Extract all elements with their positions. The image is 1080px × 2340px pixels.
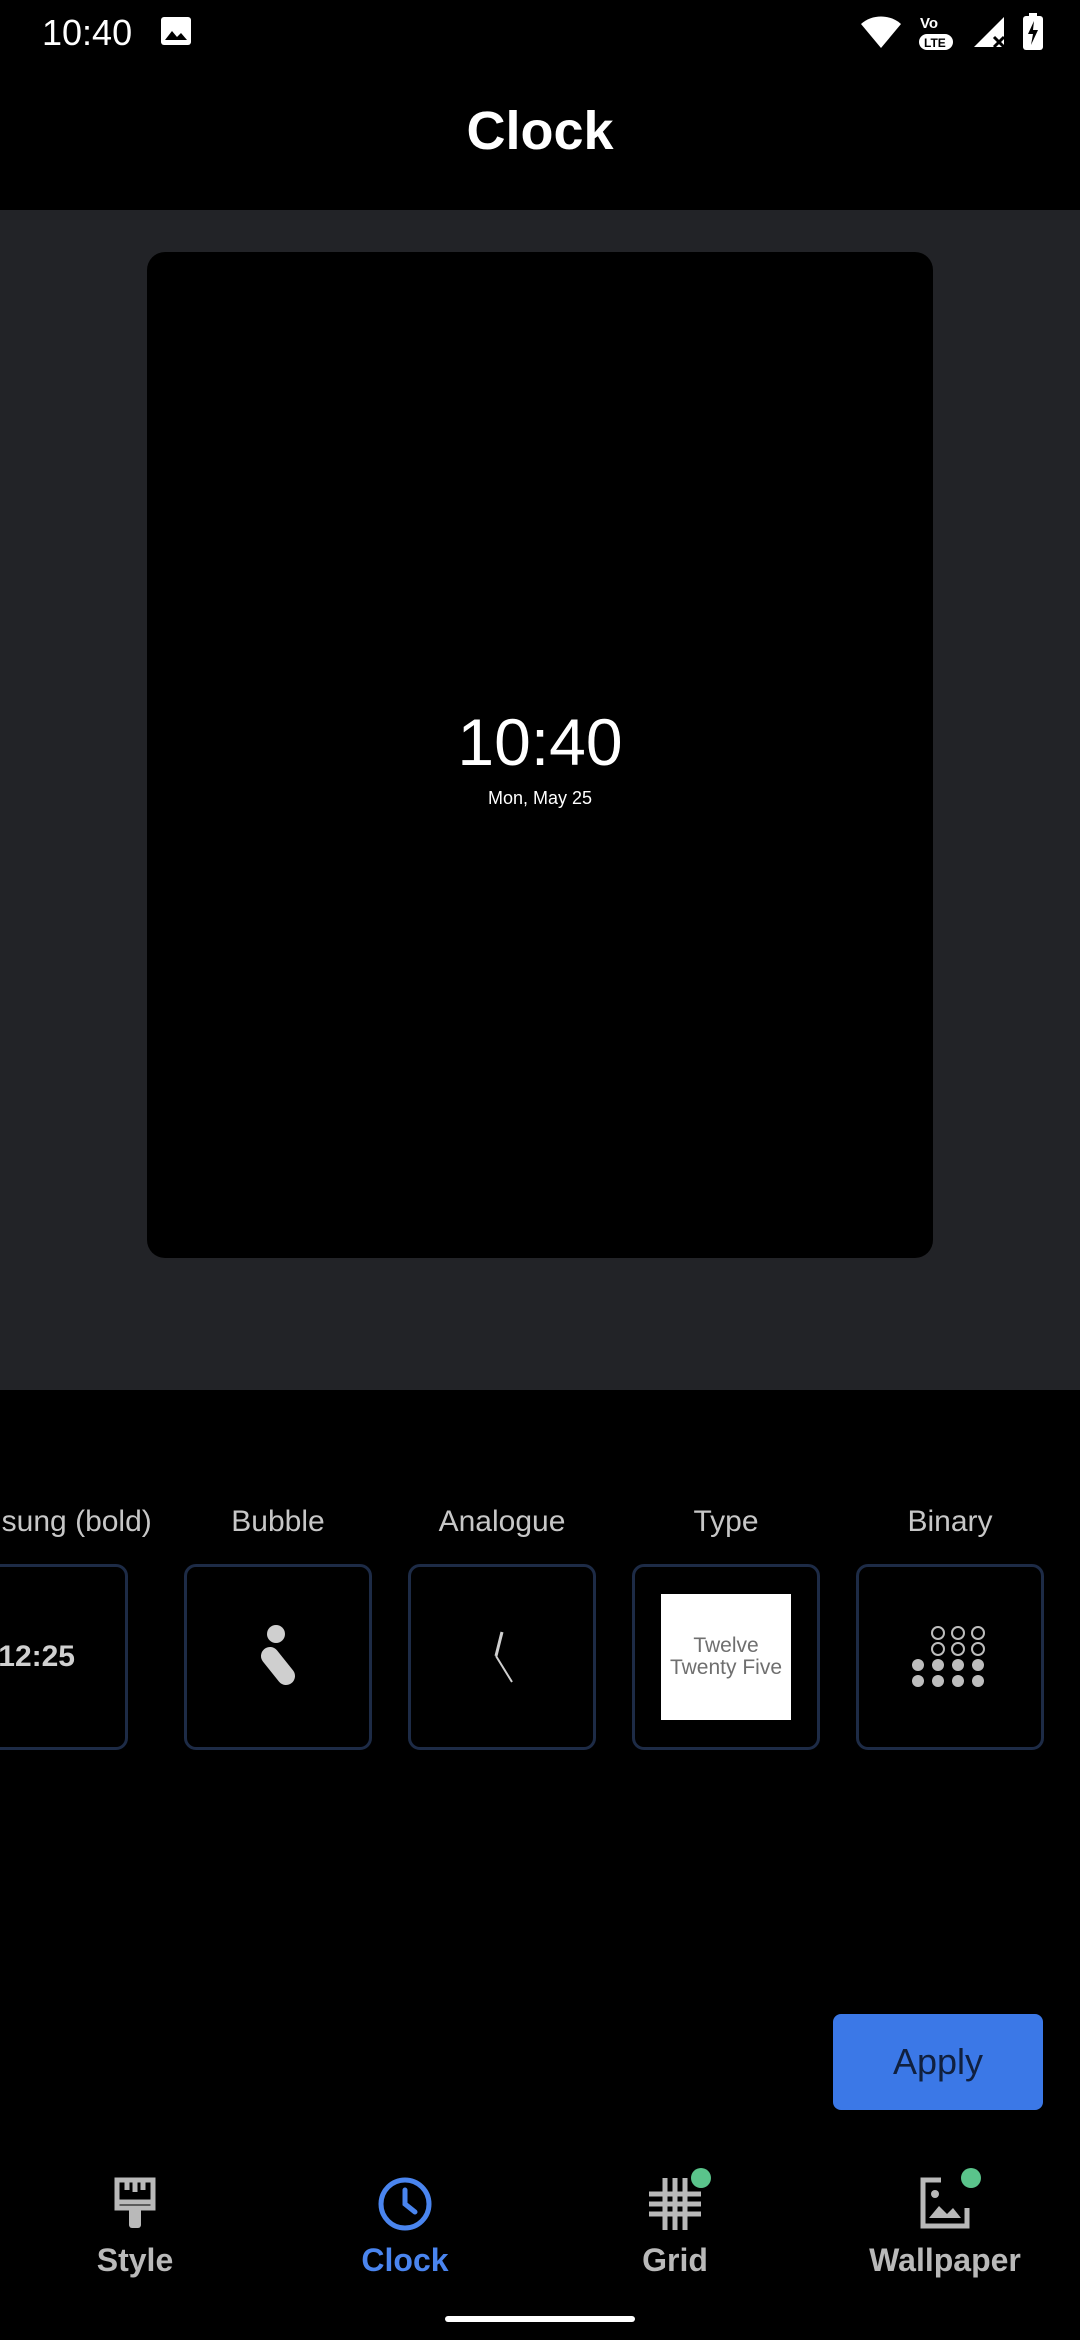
- bottom-navigation: Style Clock Grid Wallpaper: [0, 2160, 1080, 2300]
- clock-option-binary[interactable]: Binary: [856, 1500, 1044, 1750]
- lockscreen-preview: 10:40 Mon, May 25: [147, 252, 933, 1258]
- clock-preview-area: 10:40 Mon, May 25: [0, 210, 1080, 1390]
- option-thumbnail[interactable]: [856, 1564, 1044, 1750]
- nav-item-wallpaper[interactable]: Wallpaper: [810, 2168, 1080, 2279]
- type-line-1: Twelve: [693, 1634, 759, 1657]
- clock-options-carousel[interactable]: Samsung (bold) 12:25 Bubble Analogue: [0, 1500, 1080, 1760]
- update-badge: [691, 2168, 711, 2188]
- option-label: Bubble: [231, 1505, 325, 1538]
- volte-lte-icon: Vo LTE: [916, 12, 958, 52]
- binary-dots-preview: [912, 1626, 985, 1687]
- wallpaper-icon: [915, 2168, 981, 2234]
- option-thumbnail[interactable]: Twelve Twenty Five: [632, 1564, 820, 1750]
- update-badge: [961, 2168, 981, 2188]
- digital-bold-preview: 12:25: [0, 1640, 75, 1673]
- type-preview: Twelve Twenty Five: [661, 1594, 791, 1720]
- option-thumbnail[interactable]: [184, 1564, 372, 1750]
- type-line-2: Twenty Five: [669, 1656, 783, 1679]
- screen: 10:40 Vo LTE Clock 10:40 Mon, May 25 sun…: [0, 0, 1080, 2340]
- apply-button[interactable]: Apply: [833, 2014, 1043, 2110]
- wifi-icon: [860, 15, 902, 49]
- nav-label: Grid: [642, 2242, 708, 2278]
- page-title: Clock: [466, 101, 614, 161]
- option-label: Type: [693, 1505, 759, 1538]
- clock-option-samsung-bold[interactable]: Samsung (bold) 12:25: [0, 1500, 152, 1750]
- clock-option-analogue[interactable]: Analogue: [408, 1500, 596, 1750]
- svg-text:LTE: LTE: [924, 36, 946, 50]
- nav-item-grid[interactable]: Grid: [540, 2168, 810, 2279]
- battery-charging-icon: [1022, 13, 1044, 51]
- option-label: Samsung (bold): [0, 1505, 152, 1538]
- nav-label: Wallpaper: [869, 2242, 1021, 2278]
- preview-time: 10:40: [457, 705, 623, 779]
- option-label: Binary: [907, 1505, 993, 1538]
- bubble-preview: [261, 1625, 295, 1685]
- grid-icon: [645, 2168, 711, 2234]
- option-label: Analogue: [438, 1505, 566, 1538]
- option-thumbnail[interactable]: [408, 1564, 596, 1750]
- status-bar: 10:40 Vo LTE: [0, 0, 1080, 64]
- status-time: 10:40: [42, 12, 133, 53]
- nav-label: Clock: [361, 2242, 449, 2278]
- clock-option-type[interactable]: Type Twelve Twenty Five: [632, 1500, 820, 1750]
- nav-label: Style: [96, 2242, 174, 2278]
- nav-item-style[interactable]: Style: [0, 2174, 270, 2279]
- analogue-hands-preview: [494, 1631, 513, 1683]
- clock-option-bubble[interactable]: Bubble: [184, 1500, 372, 1750]
- signal-icon: [972, 15, 1008, 49]
- preview-date: Mon, May 25: [487, 788, 593, 808]
- paintbrush-icon: [105, 2174, 165, 2234]
- nav-item-clock[interactable]: Clock: [270, 2174, 540, 2279]
- option-thumbnail[interactable]: 12:25: [0, 1564, 128, 1750]
- clock-icon: [375, 2174, 435, 2234]
- image-icon: [160, 16, 192, 46]
- svg-text:Vo: Vo: [920, 15, 938, 32]
- home-indicator[interactable]: [445, 2316, 635, 2322]
